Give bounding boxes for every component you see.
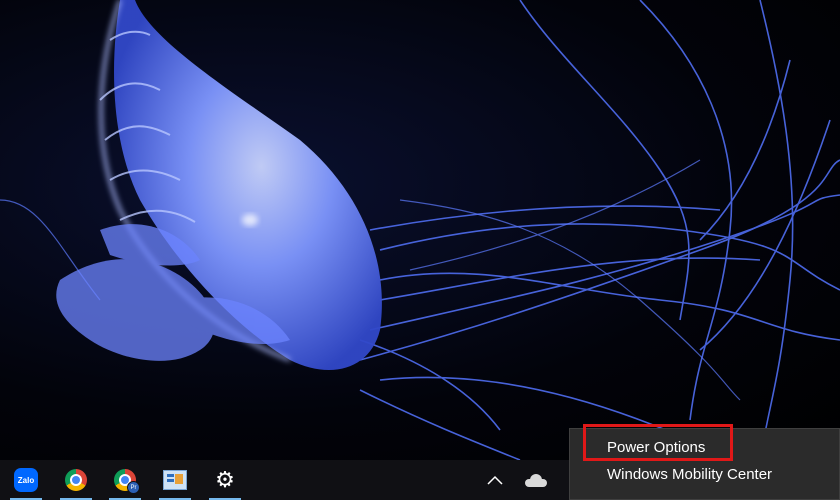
red-highlight-box bbox=[583, 424, 733, 461]
taskbar-item-zalo[interactable]: Zalo bbox=[7, 460, 45, 500]
taskbar-item-control-panel[interactable] bbox=[156, 460, 194, 500]
onedrive-tray-button[interactable] bbox=[520, 460, 552, 500]
profile-badge: Pr bbox=[127, 481, 140, 494]
onedrive-cloud-icon bbox=[525, 474, 547, 487]
zalo-icon: Zalo bbox=[14, 468, 38, 492]
jellyfish-wallpaper bbox=[0, 0, 840, 460]
taskbar-item-chrome-profile[interactable]: Pr bbox=[106, 460, 144, 500]
chrome-icon bbox=[65, 469, 87, 491]
gear-icon: ⚙ bbox=[215, 467, 235, 492]
taskbar-item-chrome[interactable] bbox=[57, 460, 95, 500]
desktop-wallpaper bbox=[0, 0, 840, 460]
control-panel-icon bbox=[163, 470, 187, 490]
chrome-profile-icon: Pr bbox=[114, 469, 140, 494]
show-hidden-icons-button[interactable] bbox=[482, 460, 508, 500]
taskbar-item-settings[interactable]: ⚙ bbox=[206, 460, 244, 500]
menu-item-windows-mobility-center[interactable]: Windows Mobility Center bbox=[570, 461, 839, 487]
chevron-up-icon bbox=[487, 475, 503, 485]
menu-item-label: Windows Mobility Center bbox=[607, 465, 773, 483]
